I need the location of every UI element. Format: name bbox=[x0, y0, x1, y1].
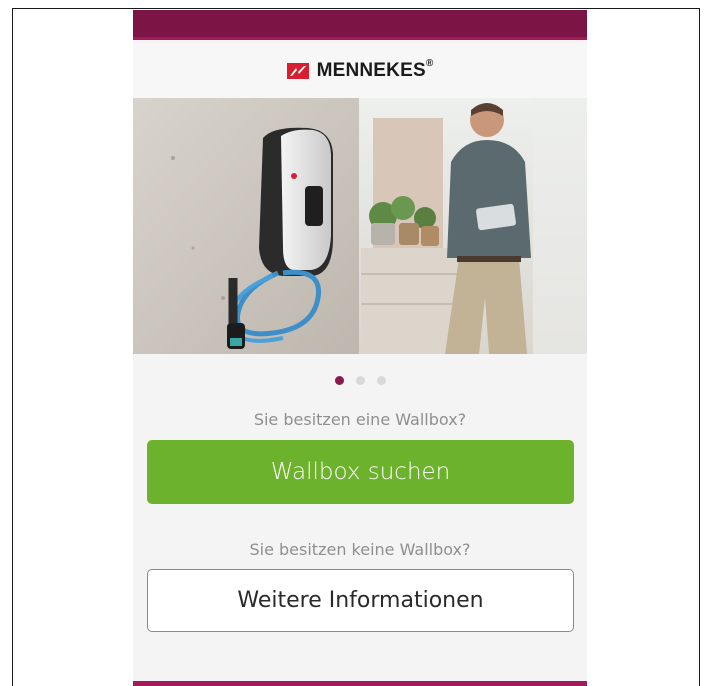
carousel-dot-3[interactable] bbox=[376, 375, 386, 385]
carousel-dot-1[interactable] bbox=[334, 375, 344, 385]
mennekes-logo-icon bbox=[286, 62, 309, 79]
status-bar bbox=[133, 10, 587, 40]
more-info-button[interactable]: Weitere Informationen bbox=[147, 569, 574, 632]
bottom-accent-bar bbox=[133, 681, 587, 686]
owner-question: Sie besitzen eine Wallbox? bbox=[253, 410, 467, 429]
find-wallbox-button[interactable]: Wallbox suchen bbox=[147, 440, 574, 504]
hero-image bbox=[133, 98, 587, 354]
man-with-tablet-photo bbox=[359, 98, 587, 354]
carousel-indicator bbox=[133, 373, 587, 387]
brand-name: MENNEKES bbox=[316, 59, 426, 81]
non-owner-question: Sie besitzen keine Wallbox? bbox=[249, 540, 471, 559]
wallbox-charger-photo bbox=[133, 98, 359, 354]
brand-logo-text: MENNEKES® bbox=[316, 58, 434, 82]
app-header: MENNEKES® bbox=[133, 43, 587, 98]
hero-carousel[interactable] bbox=[133, 98, 587, 354]
carousel-dot-2[interactable] bbox=[355, 375, 365, 385]
app-screen: MENNEKES® Sie besitzen eine Wallbox? Wal… bbox=[133, 10, 587, 686]
registered-mark: ® bbox=[425, 58, 434, 70]
